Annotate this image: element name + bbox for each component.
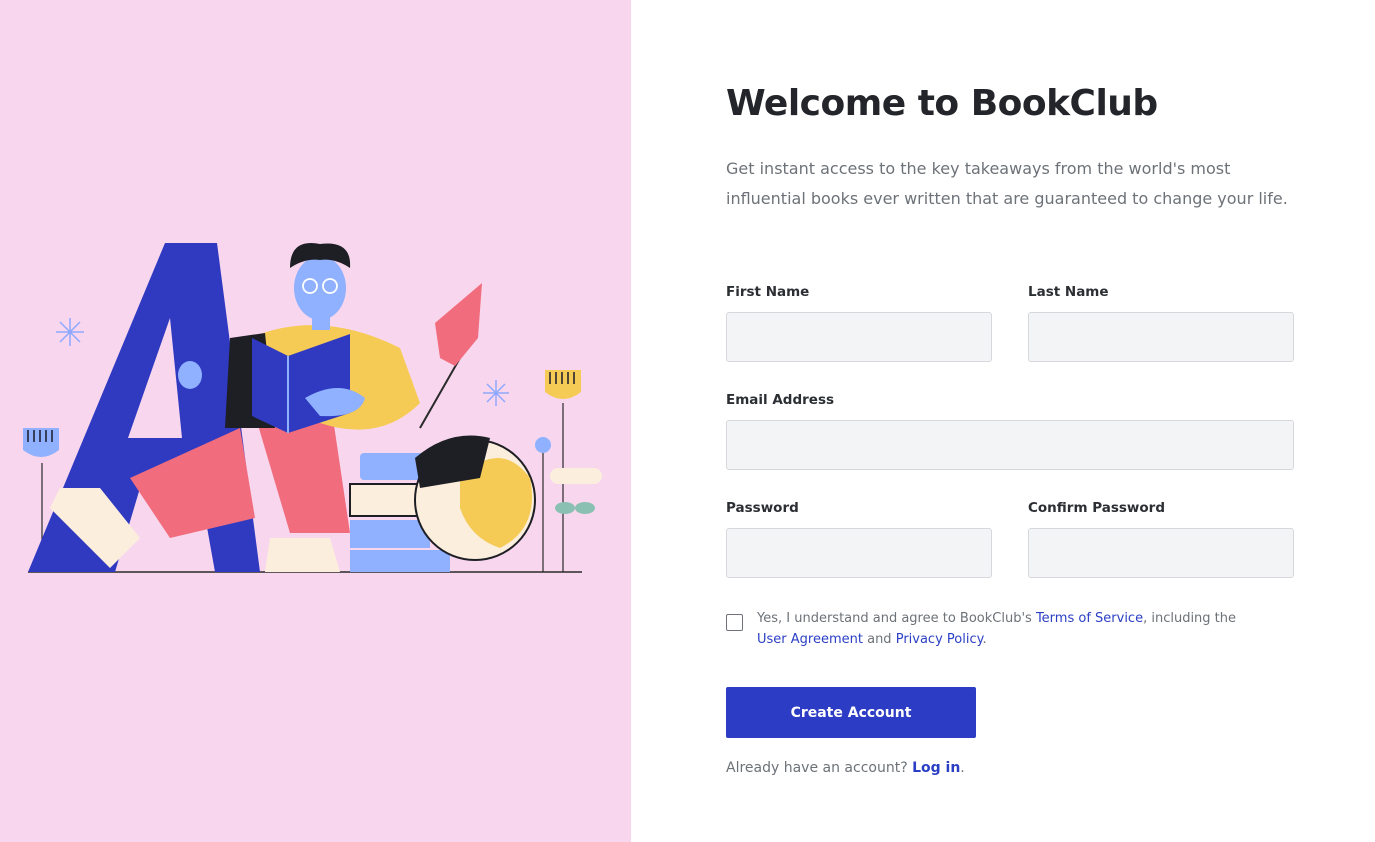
name-row: First Name Last Name [726, 282, 1294, 362]
consent-text-start: Yes, I understand and agree to BookClub'… [757, 611, 1036, 626]
login-prompt: Already have an account? Log in. [726, 760, 1294, 776]
last-name-field: Last Name [1028, 282, 1294, 362]
first-name-input[interactable] [726, 312, 992, 362]
first-name-label: First Name [726, 284, 810, 300]
signup-panel: Welcome to BookClub Get instant access t… [631, 0, 1375, 842]
signup-form: First Name Last Name Email Address Passw… [726, 282, 1294, 738]
confirm-password-input[interactable] [1028, 528, 1294, 578]
consent-text-and: and [862, 632, 896, 647]
login-link[interactable]: Log in [912, 760, 960, 776]
terms-consent-text: Yes, I understand and agree to BookClub'… [757, 608, 1267, 650]
consent-text-middle: , including the [1143, 611, 1237, 626]
password-row: Password Confirm Password [726, 498, 1294, 578]
email-input[interactable] [726, 420, 1294, 470]
login-prompt-text: Already have an account? [726, 760, 913, 776]
signup-content: Welcome to BookClub Get instant access t… [726, 80, 1294, 776]
create-account-button[interactable]: Create Account [726, 687, 976, 738]
confirm-password-label: Confirm Password [1028, 500, 1166, 516]
email-row: Email Address [726, 390, 1294, 470]
terms-of-service-link[interactable]: Terms of Service [1036, 611, 1143, 626]
illustration-panel [0, 0, 631, 842]
reading-person-illustration [23, 243, 602, 573]
last-name-label: Last Name [1028, 284, 1109, 300]
terms-consent: Yes, I understand and agree to BookClub'… [726, 608, 1294, 650]
consent-text-end: . [982, 632, 987, 647]
terms-checkbox[interactable] [726, 614, 743, 631]
password-input[interactable] [726, 528, 992, 578]
page-subtitle: Get instant access to the key takeaways … [726, 159, 1288, 208]
last-name-input[interactable] [1028, 312, 1294, 362]
page-title: Welcome to BookClub [726, 83, 1158, 124]
email-label: Email Address [726, 392, 835, 408]
email-field: Email Address [726, 390, 1294, 470]
first-name-field: First Name [726, 282, 992, 362]
password-field: Password [726, 498, 992, 578]
password-label: Password [726, 500, 799, 516]
privacy-policy-link[interactable]: Privacy Policy [896, 632, 983, 647]
confirm-password-field: Confirm Password [1028, 498, 1294, 578]
user-agreement-link[interactable]: User Agreement [757, 632, 863, 647]
login-prompt-period: . [960, 760, 965, 776]
